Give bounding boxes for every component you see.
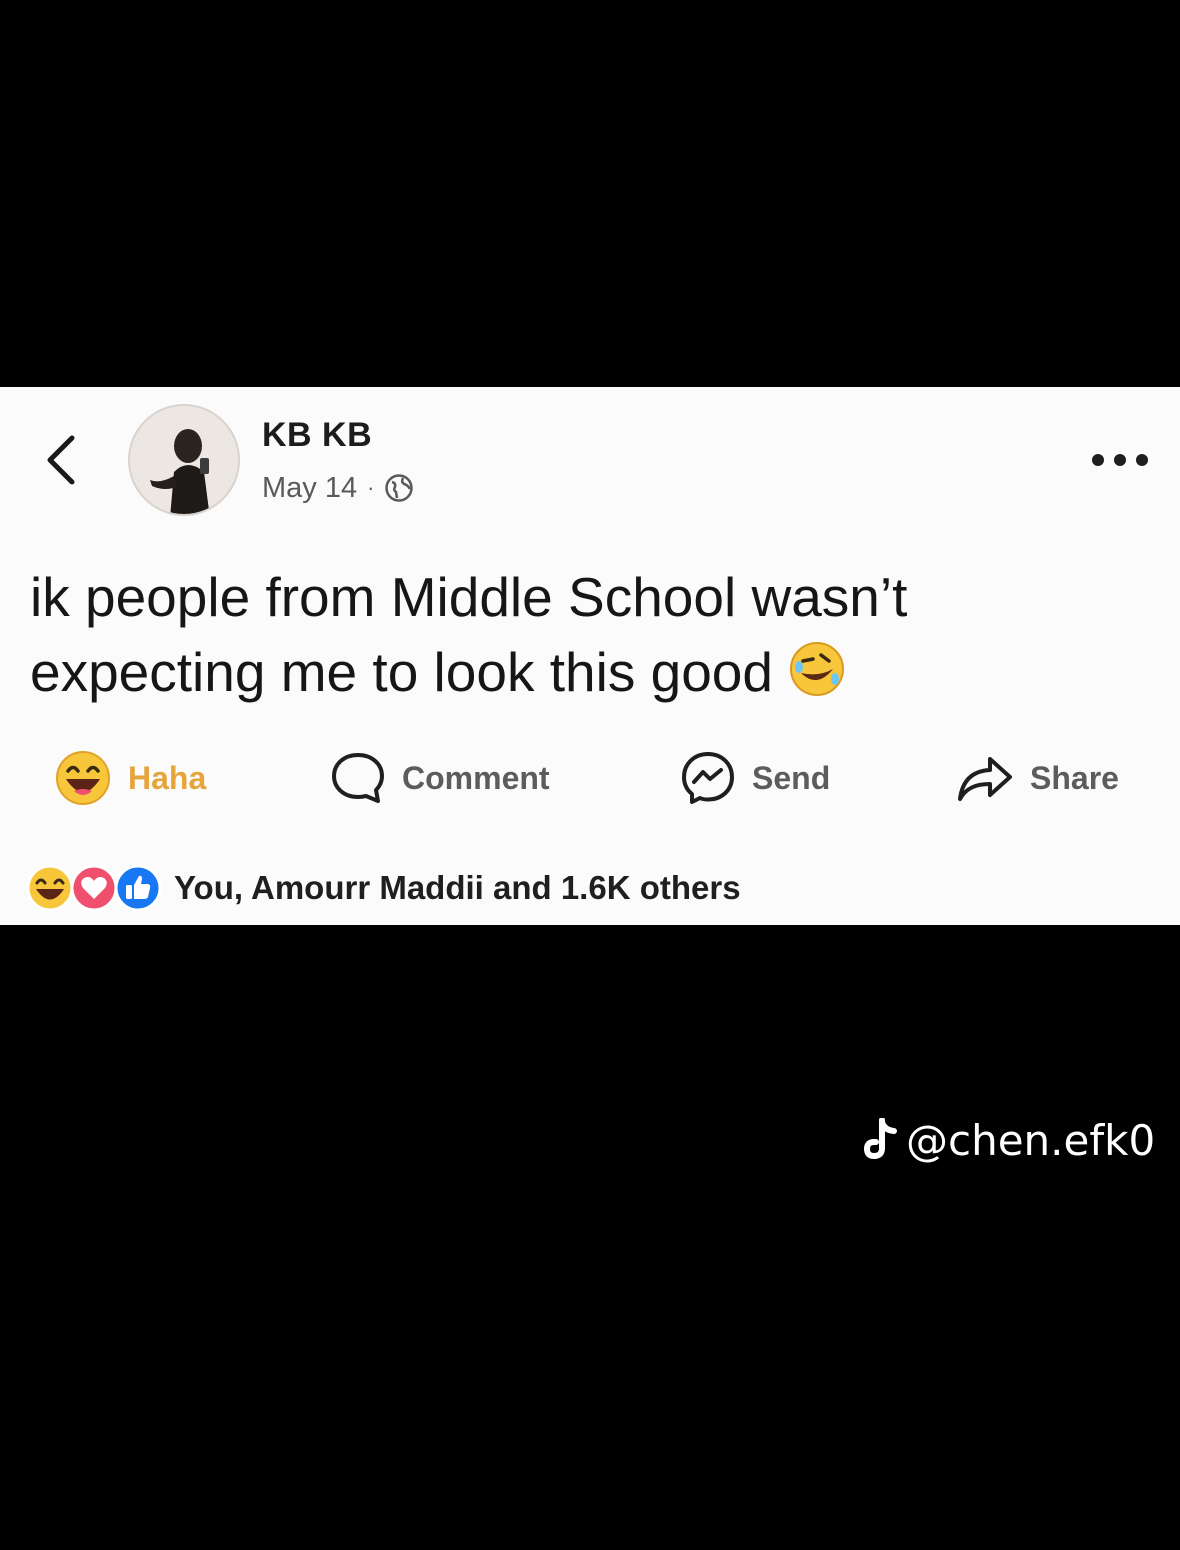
haha-reaction-icon xyxy=(26,864,74,912)
globe-icon xyxy=(385,474,414,502)
like-reaction-icon xyxy=(114,864,162,912)
haha-label: Haha xyxy=(128,759,207,796)
post-text-line-2-content: expecting me to look this good xyxy=(30,641,773,703)
meta-separator: · xyxy=(367,475,375,500)
more-dot xyxy=(1092,454,1104,466)
love-reaction-icon xyxy=(70,864,118,912)
send-label: Send xyxy=(752,759,831,796)
tiktok-logo-icon xyxy=(863,1118,897,1160)
comment-label: Comment xyxy=(402,759,550,796)
reaction-summary-text: You, Amourr Maddii and 1.6K others xyxy=(174,869,741,906)
post-text-line-1: ik people from Middle School wasn’t xyxy=(30,566,908,628)
haha-button[interactable]: Haha xyxy=(54,748,206,808)
tiktok-watermark: @chen.efk0 xyxy=(862,1112,1155,1168)
post-date[interactable]: May 14 xyxy=(262,472,357,505)
reaction-summary[interactable]: You, Amourr Maddii and 1.6K others xyxy=(26,862,741,914)
post-text: ik people from Middle School wasn’t expe… xyxy=(30,560,1150,718)
post-meta: May 14 · xyxy=(262,468,414,508)
send-button[interactable]: Send xyxy=(680,748,830,808)
messenger-icon xyxy=(682,752,734,804)
reaction-icons xyxy=(26,864,166,912)
author-name[interactable]: KB KB xyxy=(262,416,372,455)
comment-button[interactable]: Comment xyxy=(330,748,550,808)
action-bar: Haha Comment Send Share xyxy=(0,748,1180,808)
avatar[interactable] xyxy=(128,404,240,516)
watermark-handle: @chen.efk0 xyxy=(906,1115,1156,1165)
share-label: Share xyxy=(1030,759,1119,796)
more-dot xyxy=(1136,454,1148,466)
haha-emoji-icon xyxy=(56,751,110,805)
post-text-line-2: expecting me to look this good xyxy=(30,635,1150,718)
more-dot xyxy=(1114,454,1126,466)
rolling-laughing-emoji-icon xyxy=(787,639,847,718)
comment-icon xyxy=(332,753,384,803)
share-button[interactable]: Share xyxy=(956,748,1119,808)
back-arrow-icon[interactable] xyxy=(40,430,84,490)
share-arrow-icon xyxy=(958,757,1012,801)
more-options-icon[interactable] xyxy=(1092,448,1148,472)
